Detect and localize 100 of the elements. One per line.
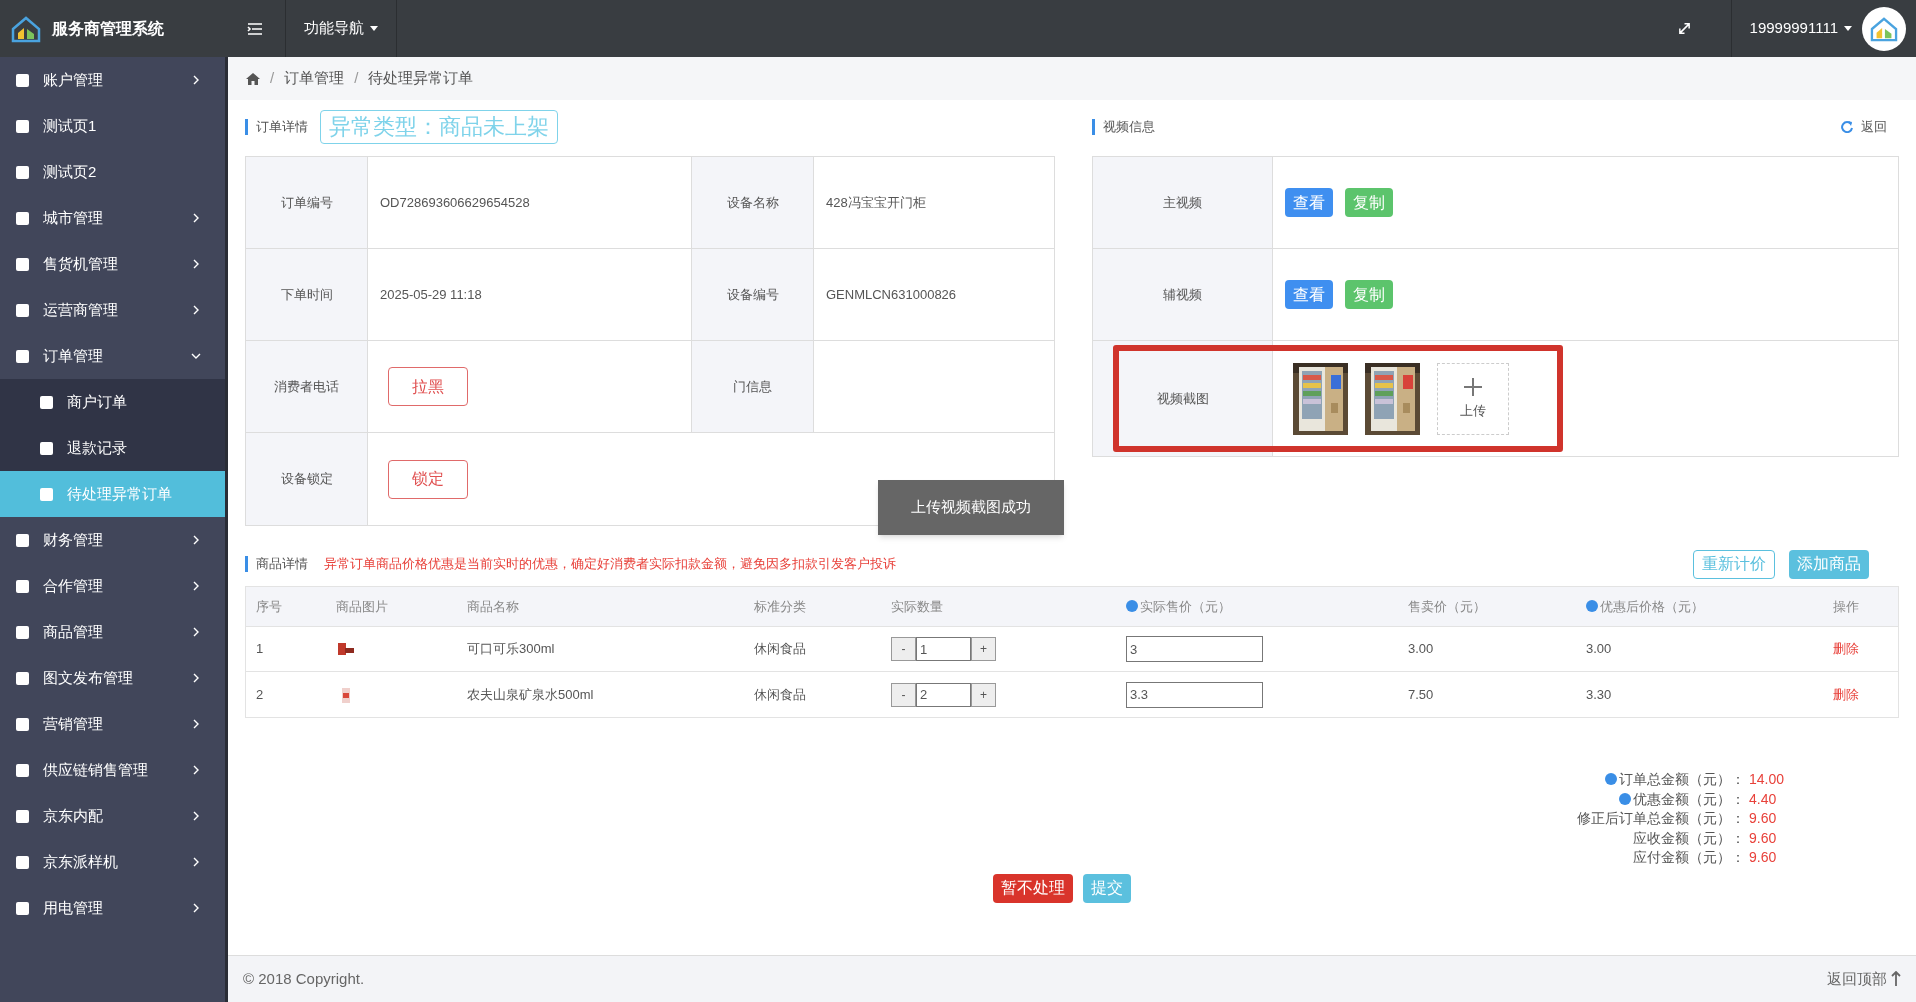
column-header: 序号	[256, 598, 282, 614]
table-cell: 休闲食品	[754, 686, 806, 702]
sidebar-item[interactable]: 图文发布管理	[0, 655, 225, 701]
sidebar-item[interactable]: 订单管理	[0, 333, 225, 379]
column-header: 售卖价（元）	[1408, 598, 1486, 614]
upload-button[interactable]: 上传	[1437, 362, 1509, 435]
app-title: 服务商管理系统	[52, 18, 164, 39]
sidebar-item[interactable]: 用电管理	[0, 885, 225, 931]
field-label: 门信息	[692, 341, 814, 432]
decrement-button[interactable]: -	[891, 637, 916, 661]
sidebar-item[interactable]: 财务管理	[0, 517, 225, 563]
avatar[interactable]	[1862, 6, 1906, 51]
field-label: 主视频	[1093, 157, 1273, 248]
home-icon[interactable]	[246, 72, 260, 85]
section-title: 视频信息	[1092, 119, 1155, 135]
table-cell: 3.00	[1586, 641, 1612, 657]
price-field[interactable]: 3	[1126, 636, 1263, 662]
increment-button[interactable]: +	[971, 637, 996, 661]
field-value: GENMLCN631000826	[826, 285, 957, 304]
sidebar-item[interactable]: 京东内配	[0, 793, 225, 839]
breadcrumb-item: 待处理异常订单	[368, 68, 474, 89]
table-cell: 3.00	[1408, 641, 1434, 657]
checkbox-icon	[16, 625, 29, 639]
column-header: 实际数量	[891, 598, 943, 614]
table-cell: 7.50	[1408, 686, 1434, 702]
total-label: 应收金额（元）：	[1633, 828, 1745, 848]
hold-button[interactable]: 暂不处理	[993, 873, 1073, 903]
checkbox-icon	[40, 487, 53, 501]
total-value: 9.60	[1749, 809, 1778, 828]
price-field[interactable]: 3.3	[1126, 681, 1263, 708]
refresh-icon	[1841, 121, 1853, 133]
chevron-right-icon	[191, 535, 201, 545]
total-label: 应付金额（元）：	[1633, 848, 1745, 867]
sidebar-item[interactable]: 账户管理	[0, 57, 225, 103]
sidebar-item[interactable]: 售货机管理	[0, 241, 225, 287]
sidebar-item[interactable]: 营销管理	[0, 701, 225, 747]
checkbox-icon	[16, 671, 29, 685]
checkbox-icon	[16, 717, 29, 731]
total-label: 订单总金额（元）：	[1605, 770, 1745, 790]
menu-icon[interactable]	[247, 21, 263, 36]
checkbox-icon	[16, 763, 29, 777]
column-header: 优惠后价格（元）	[1586, 598, 1704, 614]
checkbox-icon	[16, 211, 29, 225]
arrow-up-icon	[1891, 971, 1901, 987]
section-title: 商品详情	[245, 556, 308, 572]
back-button[interactable]: 返回	[1841, 117, 1887, 137]
fullscreen-icon[interactable]	[1677, 22, 1691, 35]
chevron-right-icon	[191, 627, 201, 637]
table-cell: 可口可乐300ml	[467, 641, 555, 657]
chevron-right-icon	[191, 811, 201, 821]
sidebar-item[interactable]: 城市管理	[0, 195, 225, 241]
sidebar-item[interactable]: 运营商管理	[0, 287, 225, 333]
sidebar-subitem[interactable]: 退款记录	[0, 425, 225, 471]
user-menu-button[interactable]: 19999991111	[1749, 17, 1852, 40]
field-label: 设备编号	[692, 249, 814, 340]
sidebar-item[interactable]: 合作管理	[0, 563, 225, 609]
quantity-field[interactable]: 2	[916, 682, 971, 707]
checkbox-icon	[40, 395, 53, 409]
checkbox-icon	[16, 579, 29, 593]
column-header: 商品图片	[336, 598, 388, 614]
checkbox-icon	[16, 809, 29, 823]
total-value: 9.60	[1749, 848, 1778, 867]
total-label: 修正后订单总金额（元）：	[1577, 809, 1745, 828]
total-value: 14.00	[1749, 770, 1786, 789]
field-label: 消费者电话	[246, 341, 368, 432]
column-header: 商品名称	[467, 598, 519, 614]
total-label: 优惠金额（元）：	[1619, 789, 1745, 809]
checkbox-icon	[40, 441, 53, 455]
checkbox-icon	[16, 257, 29, 271]
checkbox-icon	[16, 901, 29, 915]
sidebar-item[interactable]: 测试页2	[0, 149, 225, 195]
delete-link[interactable]: 删除	[1833, 686, 1859, 702]
field-label: 设备锁定	[246, 433, 368, 525]
sidebar-subitem[interactable]: 商户订单	[0, 379, 225, 425]
field-value: 2025-05-29 11:18	[380, 285, 482, 304]
increment-button[interactable]: +	[971, 682, 996, 707]
decrement-button[interactable]: -	[891, 682, 916, 707]
exception-type-badge: 异常类型：商品未上架	[320, 110, 558, 144]
chevron-right-icon	[191, 581, 201, 591]
logo-icon	[10, 14, 42, 43]
breadcrumb-separator: /	[270, 68, 275, 89]
sidebar-item[interactable]: 商品管理	[0, 609, 225, 655]
chevron-down-icon	[191, 351, 201, 361]
back-to-top-link[interactable]: 返回顶部	[1827, 967, 1901, 991]
delete-link[interactable]: 删除	[1833, 641, 1859, 657]
blacklist-button[interactable]: 拉黑	[388, 367, 468, 406]
breadcrumb-separator: /	[354, 68, 359, 89]
sidebar-item[interactable]: 京东派样机	[0, 839, 225, 885]
sidebar-item[interactable]: 测试页1	[0, 103, 225, 149]
chevron-right-icon	[191, 719, 201, 729]
sidebar-item[interactable]: 供应链销售管理	[0, 747, 225, 793]
checkbox-icon	[16, 349, 29, 363]
notice-text: 异常订单商品价格优惠是当前实时的优惠，确定好消费者实际扣款金额，避免因多扣款引发客户投诉	[324, 555, 896, 574]
lock-button[interactable]: 锁定	[388, 459, 468, 499]
quantity-field[interactable]: 1	[916, 637, 971, 661]
section-title: 订单详情	[245, 119, 308, 135]
breadcrumb-item[interactable]: 订单管理	[284, 67, 345, 90]
help-icon	[1605, 773, 1617, 785]
column-header: 标准分类	[754, 598, 806, 614]
nav-menu-button[interactable]: 功能导航	[304, 17, 378, 40]
